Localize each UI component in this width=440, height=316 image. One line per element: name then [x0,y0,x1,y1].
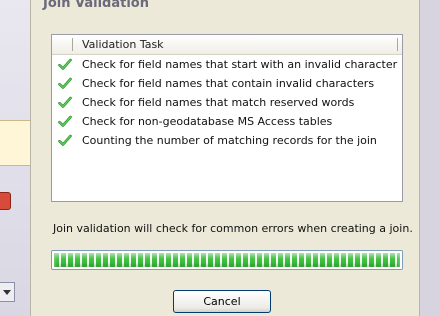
dialog-title: Join Validation [43,0,149,11]
list-item: Check for field names that match reserve… [52,93,402,112]
validation-task-list: Validation Task Check for field names th… [51,34,403,202]
cancel-button[interactable]: Cancel [173,290,271,313]
green-check-icon [58,115,72,127]
task-label: Check for field names that contain inval… [82,77,375,90]
green-check-icon [58,58,72,70]
column-divider [72,38,73,51]
task-label: Counting the number of matching records … [82,134,377,147]
list-item: Check for non-geodatabase MS Access tabl… [52,112,402,131]
list-item: Counting the number of matching records … [52,131,402,150]
list-item: Check for field names that contain inval… [52,74,402,93]
green-check-icon [58,96,72,108]
list-item: Check for field names that start with an… [52,55,402,74]
progress-fill [54,253,400,267]
status-message: Join validation will check for common er… [53,222,413,235]
join-validation-dialog: Join Validation Validation Task Check fo… [30,0,420,316]
column-header-label: Validation Task [82,38,164,51]
task-rows: Check for field names that start with an… [52,55,402,150]
background-dropdown [0,282,15,302]
task-label: Check for field names that start with an… [82,58,398,71]
task-label: Check for non-geodatabase MS Access tabl… [82,115,333,128]
background-panel [0,120,32,166]
background-page-right [420,0,440,316]
background-close-button [0,192,11,210]
task-label: Check for field names that match reserve… [82,96,355,109]
column-divider [397,38,398,51]
list-column-header[interactable]: Validation Task [52,35,402,55]
green-check-icon [58,77,72,89]
progress-bar [51,250,403,270]
green-check-icon [58,134,72,146]
